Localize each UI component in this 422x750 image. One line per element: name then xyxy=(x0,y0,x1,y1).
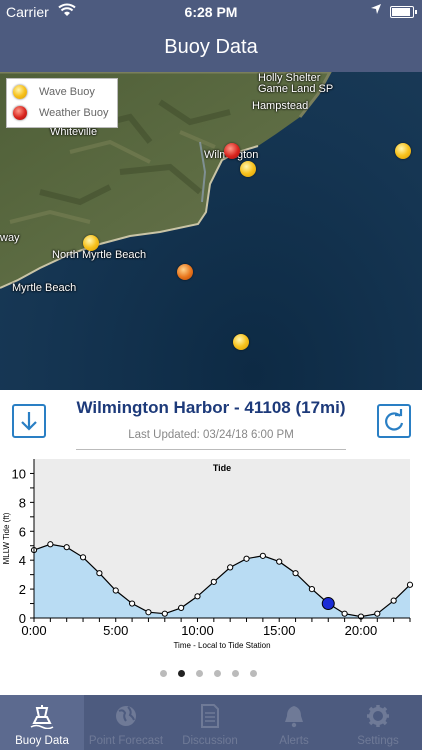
y-axis-label: MLLW Tide (ft) xyxy=(2,512,11,564)
x-tick-label: 5:00 xyxy=(103,623,128,638)
tide-chart: 02468100:00 5:00 10:00 15:00 20:00TideTime -… xyxy=(2,459,414,650)
map-label-holly2: Game Land SP xyxy=(258,83,334,95)
legend-weather-label: Weather Buoy xyxy=(39,107,109,119)
page-dot[interactable] xyxy=(160,670,167,677)
tide-point xyxy=(374,610,381,617)
page-dot[interactable] xyxy=(196,670,203,677)
map-label-way: way xyxy=(0,232,20,244)
tide-point xyxy=(341,610,348,617)
page-dot[interactable] xyxy=(250,670,257,677)
gear-icon xyxy=(367,705,389,727)
tide-point xyxy=(194,593,201,600)
page-dot[interactable] xyxy=(232,670,239,677)
tide-point xyxy=(308,585,316,593)
map-label-myrtle-beach: Myrtle Beach xyxy=(12,282,77,294)
tab-discussion[interactable]: Discussion xyxy=(168,695,252,750)
wave-buoy-marker[interactable] xyxy=(240,161,256,177)
tide-point xyxy=(390,597,397,604)
tide-point xyxy=(47,541,54,548)
wave-buoy-marker[interactable] xyxy=(83,235,99,251)
tide-point xyxy=(406,581,414,588)
globe-icon xyxy=(116,706,136,726)
status-time: 6:28 PM xyxy=(184,4,238,20)
x-tick-label: 10:00 xyxy=(181,623,214,638)
tide-point xyxy=(243,555,250,562)
tide-point xyxy=(79,554,87,561)
y-tick-label: 10 xyxy=(12,466,26,481)
page-dot[interactable] xyxy=(178,670,185,677)
tide-point xyxy=(145,609,152,616)
tide-point xyxy=(210,578,217,585)
tide-point xyxy=(128,600,136,607)
tab-label: Buoy Data xyxy=(15,735,69,747)
battery-icon xyxy=(390,6,417,18)
tide-point xyxy=(96,570,103,577)
tab-alerts[interactable]: Alerts xyxy=(252,695,336,750)
page-dot[interactable] xyxy=(214,670,221,677)
tab-bar: Buoy Data Point Forecast Discussion Aler… xyxy=(0,695,422,750)
weather-buoy-marker[interactable] xyxy=(224,143,240,159)
tab-label: Settings xyxy=(357,735,399,747)
chart-title: Tide xyxy=(213,463,231,473)
x-tick-label: 20:00 xyxy=(345,623,378,638)
wave-buoy-marker[interactable] xyxy=(395,143,411,159)
tide-point xyxy=(292,570,299,577)
divider xyxy=(76,449,346,450)
tab-label: Alerts xyxy=(279,735,309,747)
tide-point xyxy=(276,558,283,565)
legend-wave-label: Wave Buoy xyxy=(39,86,95,98)
map-label-hampstead: Hampstead xyxy=(252,100,309,112)
tide-point xyxy=(63,544,70,551)
y-tick-label: 4 xyxy=(19,553,26,568)
y-tick-label: 2 xyxy=(19,582,26,597)
tide-point xyxy=(178,604,185,611)
tide-point xyxy=(112,587,119,594)
bell-icon xyxy=(285,706,303,728)
x-tick-label: 15:00 xyxy=(263,623,296,638)
location-arrow-icon xyxy=(371,4,381,14)
map-legend: Wave Buoy Weather Buoy xyxy=(6,78,118,128)
page-title: Buoy Data xyxy=(164,36,258,58)
last-updated: Last Updated: 03/24/18 6:00 PM xyxy=(128,429,294,441)
document-icon xyxy=(201,704,219,728)
tide-point xyxy=(227,564,234,571)
wave-buoy-marker[interactable] xyxy=(233,334,249,350)
status-bar: Carrier 6:28 PM xyxy=(0,0,422,24)
tab-label: Point Forecast xyxy=(88,735,164,747)
tab-point-forecast[interactable]: Point Forecast xyxy=(84,695,168,750)
x-axis-label: Time - Local to Tide Station xyxy=(173,641,270,650)
x-tick-label: 0:00 xyxy=(21,623,46,638)
tide-point xyxy=(161,610,168,617)
map-label-north-myrtle-beach: North Myrtle Beach xyxy=(52,249,147,261)
y-tick-label: 8 xyxy=(19,495,26,510)
current-tide-marker xyxy=(321,597,335,611)
buoy-marker-orange[interactable] xyxy=(177,264,193,280)
tab-buoy-data[interactable]: Buoy Data xyxy=(0,695,84,750)
page-indicator xyxy=(160,670,268,677)
tab-label: Discussion xyxy=(182,735,238,747)
wave-buoy-legend-icon xyxy=(13,85,27,99)
y-tick-label: 6 xyxy=(19,524,26,539)
tab-settings[interactable]: Settings xyxy=(336,695,422,750)
nav-bar: Buoy Data xyxy=(0,24,422,72)
weather-buoy-legend-icon xyxy=(13,106,27,120)
station-title: Wilmington Harbor - 41108 (17mi) xyxy=(76,398,346,417)
tide-point xyxy=(259,552,266,559)
buoy-icon xyxy=(30,705,54,729)
